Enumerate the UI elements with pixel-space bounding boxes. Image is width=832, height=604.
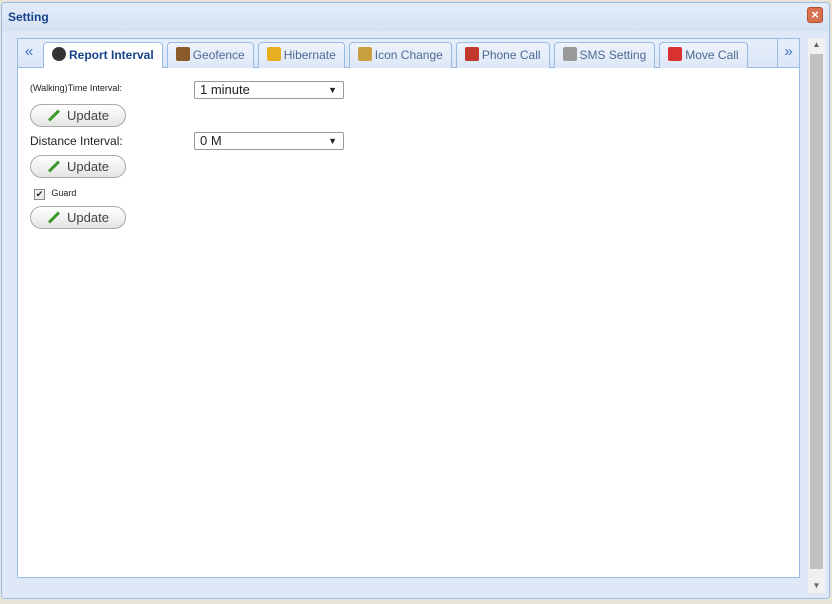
tab-move-call[interactable]: Move Call xyxy=(659,42,748,68)
update-time-button[interactable]: Update xyxy=(30,104,126,127)
tab-label: Hibernate xyxy=(283,48,336,62)
phone-icon xyxy=(464,47,479,61)
car-icon xyxy=(668,47,683,61)
dropdown-arrow-icon: ▼ xyxy=(328,85,337,95)
tab-phone-call[interactable]: Phone Call xyxy=(455,42,550,68)
tab-label: Report Interval xyxy=(69,48,154,62)
tab-hibernate[interactable]: Hibernate xyxy=(257,42,345,68)
tab-label: Icon Change xyxy=(374,48,443,62)
distance-interval-select[interactable]: 0 M ▼ xyxy=(194,132,344,150)
title-bar[interactable]: Setting × xyxy=(2,3,829,31)
window-title: Setting xyxy=(8,10,49,24)
guard-label: Guard xyxy=(51,188,77,198)
tab-panel: « Report Interval Geofence Hibernate Icon C… xyxy=(17,38,800,578)
hibernate-icon xyxy=(266,47,281,61)
time-interval-label: (Walking)Time Interval: xyxy=(30,83,122,93)
tab-scroll-right-button[interactable]: » xyxy=(777,39,799,67)
update-distance-button[interactable]: Update xyxy=(30,155,126,178)
clock-icon xyxy=(52,47,66,61)
setting-window: Setting × « Report Interval Geofence Hiber… xyxy=(1,2,830,599)
tab-report-interval[interactable]: Report Interval xyxy=(43,42,163,68)
scrollbar-thumb[interactable] xyxy=(810,54,823,569)
scroll-up-arrow-icon[interactable]: ▲ xyxy=(808,38,825,52)
close-icon[interactable]: × xyxy=(807,7,823,23)
tab-sms-setting[interactable]: SMS Setting xyxy=(553,42,656,68)
tab-geofence[interactable]: Geofence xyxy=(166,42,254,68)
tab-label: SMS Setting xyxy=(579,48,647,62)
scroll-down-arrow-icon[interactable]: ▼ xyxy=(808,579,825,593)
tab-label: Geofence xyxy=(192,48,245,62)
fence-icon xyxy=(175,47,190,61)
dropdown-arrow-icon: ▼ xyxy=(328,136,337,146)
time-interval-select[interactable]: 1 minute ▼ xyxy=(194,81,344,99)
vertical-scrollbar[interactable]: ▲ ▼ xyxy=(808,38,825,593)
update-guard-button[interactable]: Update xyxy=(30,206,126,229)
tab-label: Phone Call xyxy=(481,48,541,62)
pencil-icon xyxy=(48,109,61,122)
pencil-icon xyxy=(48,211,61,224)
tab-label: Move Call xyxy=(685,48,739,62)
tab-icon-change[interactable]: Icon Change xyxy=(348,42,452,68)
selected-value: 0 M xyxy=(200,133,222,148)
sms-icon xyxy=(562,47,577,61)
pencil-icon xyxy=(48,160,61,173)
tab-scroll-left-button[interactable]: « xyxy=(18,39,40,67)
guard-checkbox[interactable]: ✔ xyxy=(34,189,45,200)
distance-interval-label: Distance Interval: xyxy=(30,134,123,148)
image-icon xyxy=(357,47,372,61)
selected-value: 1 minute xyxy=(200,82,250,97)
